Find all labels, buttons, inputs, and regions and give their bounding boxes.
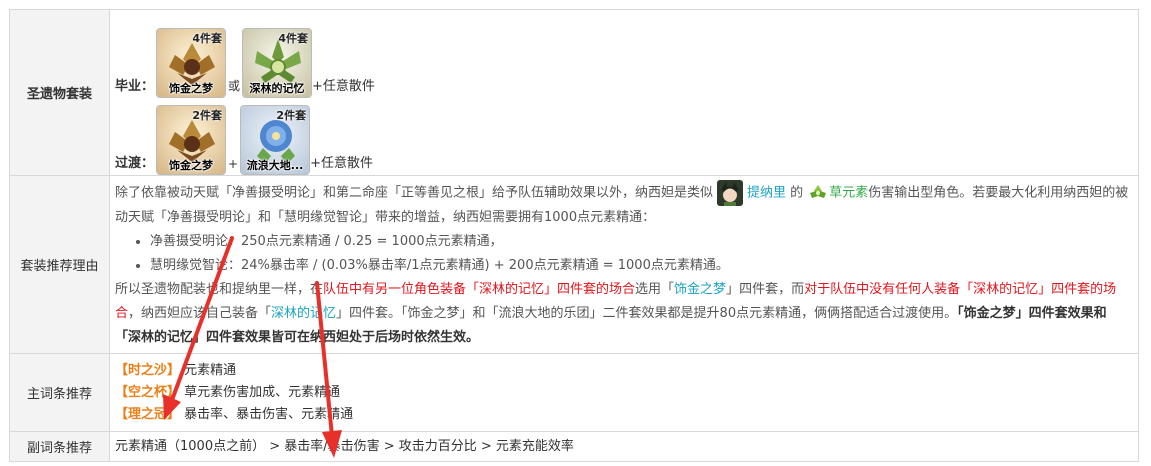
reason-text: ，纳西妲应该自己装备「 <box>128 305 272 321</box>
main-stat-line: 【时之沙】 元素精通 <box>115 360 1132 382</box>
deepwood-link[interactable]: 深林的记忆 <box>271 306 336 321</box>
artifact-set-content: 毕业： 4件套 饰金之梦 或 4件套 深林的记忆 +任意散件 过渡： 2件套 饰… <box>109 9 1139 176</box>
row-label-main-stats: 主词条推荐 <box>9 353 110 432</box>
highlight-red: 队伍中有另一位角色装备「深林的记忆」四件套的场合 <box>323 281 636 297</box>
gilded-dreams-link[interactable]: 饰金之梦 <box>674 282 726 297</box>
row-label-reason: 套装推荐理由 <box>9 175 110 354</box>
main-stat-line: 【空之杯】 草元素伤害加成、元素精通 <box>115 382 1132 404</box>
reason-text: 的 <box>790 185 804 200</box>
best-tag: 毕业： <box>115 79 155 94</box>
main-stat-value: 暴击率、暴击伤害、元素精通 <box>184 406 354 422</box>
set-badge: 2件套 <box>192 109 223 122</box>
row-main-stats: 主词条推荐 【时之沙】 元素精通 【空之杯】 草元素伤害加成、元素精通 【理之冠… <box>9 353 1139 432</box>
reason-bullet: 净善摄受明论：250点元素精通 / 0.25 = 1000点元素精通， <box>150 230 1132 254</box>
row-reason: 套装推荐理由 除了依靠被动天赋「净善摄受明论」和第二命座「正等善见之根」给予队伍… <box>9 175 1139 354</box>
reason-text: 所以圣遗物配装也和提纳里一样，在 <box>115 281 324 297</box>
dendro-element-link[interactable]: 草元素 <box>829 185 868 200</box>
reason-paragraph-2: 所以圣遗物配装也和提纳里一样，在队伍中有另一位角色装备「深林的记忆」四件套的场合… <box>115 278 1132 350</box>
or-text: 或 <box>228 79 241 93</box>
slot-sands: 【时之沙】 <box>115 362 181 378</box>
transition-tag: 过渡： <box>115 156 155 171</box>
reason-text: 」四件套，而 <box>726 281 805 297</box>
set-name: 深林的记忆 <box>249 82 305 95</box>
set-name: 流浪大地... <box>246 159 304 172</box>
best-set-row: 毕业： 4件套 饰金之梦 或 4件套 深林的记忆 +任意散件 <box>115 10 1132 98</box>
tighnari-avatar-icon <box>717 179 744 206</box>
reason-content: 除了依靠被动天赋「净善摄受明论」和第二命座「正等善见之根」给予队伍辅助效果以外，… <box>109 175 1139 354</box>
artifact-guide-table: 圣遗物套装 毕业： 4件套 饰金之梦 或 4件套 深林的记忆 +任意散件 过渡：… <box>9 9 1139 462</box>
dendro-element-icon <box>810 184 827 198</box>
main-stat-value: 元素精通 <box>184 362 237 378</box>
slot-circlet: 【理之冠】 <box>115 406 181 422</box>
reason-bullet: 慧明缘觉智论：24%暴击率 / (0.03%暴击率/1点元素精通) + 200点… <box>150 254 1132 278</box>
reason-text: 」四件套。「饰金之梦」和「流浪大地的乐团」二件套效果都是提升80点元素精通，俩俩… <box>336 305 958 321</box>
main-stat-value: 草元素伤害加成、元素精通 <box>184 384 341 400</box>
main-stats-content: 【时之沙】 元素精通 【空之杯】 草元素伤害加成、元素精通 【理之冠】 暴击率、… <box>109 353 1139 432</box>
row-label-artifact-set: 圣遗物套装 <box>9 9 110 176</box>
slot-goblet: 【空之杯】 <box>115 384 181 400</box>
reason-text: 除了依靠被动天赋「净善摄受明论」和第二命座「正等善见之根」给予队伍辅助效果以外，… <box>115 185 714 200</box>
any-pieces-text: +任意散件 <box>312 79 375 94</box>
tighnari-link[interactable]: 提纳里 <box>747 185 786 200</box>
reason-bullets: 净善摄受明论：250点元素精通 / 0.25 = 1000点元素精通， 慧明缘觉… <box>115 230 1132 278</box>
reason-text: 选用「 <box>635 281 675 297</box>
artifact-card-wanderers-troupe[interactable]: 2件套 流浪大地... <box>240 105 311 175</box>
artifact-card-deepwood-memories[interactable]: 4件套 深林的记忆 <box>242 28 313 98</box>
row-artifact-set: 圣遗物套装 毕业： 4件套 饰金之梦 或 4件套 深林的记忆 +任意散件 过渡：… <box>9 9 1139 176</box>
row-sub-stats: 副词条推荐 元素精通（1000点之前） > 暴击率/暴击伤害 > 攻击力百分比 … <box>9 431 1139 462</box>
transition-set-row: 过渡： 2件套 饰金之梦 + 2件套 流浪大地... +任意散件 <box>115 98 1132 175</box>
set-name: 饰金之梦 <box>169 82 214 95</box>
row-label-sub-stats: 副词条推荐 <box>9 431 110 462</box>
set-badge: 2件套 <box>276 109 307 122</box>
main-stat-line: 【理之冠】 暴击率、暴击伤害、元素精通 <box>115 404 1132 426</box>
any-pieces-text: +任意散件 <box>310 156 373 171</box>
sub-stats-content: 元素精通（1000点之前） > 暴击率/暴击伤害 > 攻击力百分比 > 元素充能… <box>109 431 1139 462</box>
artifact-card-gilded-dreams[interactable]: 4件套 饰金之梦 <box>156 28 227 98</box>
set-name: 饰金之梦 <box>169 159 214 172</box>
artifact-card-gilded-dreams-2pc[interactable]: 2件套 饰金之梦 <box>156 105 227 175</box>
set-badge: 4件套 <box>278 32 309 45</box>
set-badge: 4件套 <box>192 32 223 45</box>
reason-paragraph-1: 除了依靠被动天赋「净善摄受明论」和第二命座「正等善见之根」给予队伍辅助效果以外，… <box>115 179 1132 230</box>
plus-text: + <box>228 157 239 171</box>
